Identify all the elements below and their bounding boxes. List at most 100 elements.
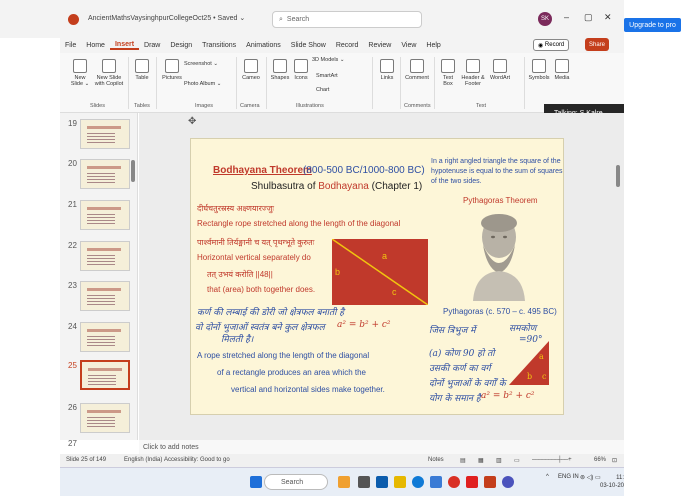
- comment-label: Comment: [405, 75, 429, 81]
- record-icon: ◉: [538, 42, 545, 49]
- chart-button[interactable]: Chart: [316, 87, 329, 93]
- youtube-icon[interactable]: [466, 476, 478, 488]
- language-tray[interactable]: ENG IN: [558, 474, 579, 481]
- reading-view-icon[interactable]: ▥: [496, 457, 502, 464]
- group-label-text: Text: [476, 103, 487, 109]
- group-label-camera: Camera: [240, 103, 260, 109]
- slide-thumbnail[interactable]: [80, 119, 130, 149]
- icons-button[interactable]: Icons: [292, 59, 310, 81]
- tab-slide-show[interactable]: Slide Show: [286, 42, 331, 49]
- file-explorer-icon[interactable]: [394, 476, 406, 488]
- photo-album-button[interactable]: Photo Album ⌄: [184, 81, 221, 87]
- thumbnail-scrollbar[interactable]: [131, 160, 135, 182]
- table-button[interactable]: Table: [132, 59, 152, 81]
- tab-animations[interactable]: Animations: [241, 42, 286, 49]
- group-label-slides: Slides: [90, 103, 105, 109]
- slide-thumbnail-selected[interactable]: [80, 360, 130, 390]
- cameo-icon: [244, 59, 258, 73]
- tab-review[interactable]: Review: [363, 42, 396, 49]
- widgets-icon[interactable]: [338, 476, 350, 488]
- powerpoint-taskbar-icon[interactable]: [484, 476, 496, 488]
- search-input[interactable]: ⌕ Search: [272, 11, 422, 28]
- wifi-volume-icon[interactable]: ⊚ ◁) ▭: [580, 474, 601, 481]
- avatar[interactable]: SK: [538, 12, 552, 26]
- slide-thumbnail[interactable]: [80, 403, 130, 433]
- language-indicator[interactable]: English (India): [124, 457, 162, 463]
- zoom-slider[interactable]: – ───────┼── +: [532, 457, 572, 463]
- group-label-images: Images: [195, 103, 214, 109]
- new-slide-copilot-button[interactable]: New Slide with Copilot: [94, 59, 124, 87]
- textbox-label: Text Box: [442, 75, 454, 87]
- slide-thumbnail[interactable]: [80, 241, 130, 271]
- tab-help[interactable]: Help: [421, 42, 445, 49]
- cameo-button[interactable]: Cameo: [240, 59, 262, 81]
- maximize-icon[interactable]: ▢: [584, 12, 593, 23]
- tab-view[interactable]: View: [396, 42, 421, 49]
- windows-start-icon[interactable]: [250, 476, 262, 488]
- speaker-icon: [555, 59, 569, 73]
- meet-icon[interactable]: [502, 476, 514, 488]
- pictures-button[interactable]: Pictures: [160, 59, 184, 81]
- media-button[interactable]: Media: [552, 59, 572, 81]
- edge-icon[interactable]: [412, 476, 424, 488]
- pictures-label: Pictures: [162, 75, 182, 81]
- tab-home[interactable]: Home: [81, 42, 110, 49]
- fit-slide-icon[interactable]: ⊡: [612, 457, 617, 464]
- tab-draw[interactable]: Draw: [139, 42, 165, 49]
- handwritten-right-5: उसकी कर्ण का वर्ग: [429, 364, 491, 374]
- thumb-number: 20: [68, 159, 77, 168]
- slide-thumbnail[interactable]: [80, 281, 130, 311]
- tab-record[interactable]: Record: [331, 42, 364, 49]
- header-footer-button[interactable]: Header & Footer: [460, 59, 486, 87]
- task-view-icon[interactable]: [358, 476, 370, 488]
- 3d-models-button[interactable]: 3D Models ⌄: [312, 57, 344, 63]
- document-title[interactable]: AncientMathsVaysinghpurCollegeOct25 • Sa…: [88, 14, 245, 22]
- upgrade-button[interactable]: Upgrade to pro: [624, 18, 681, 32]
- symbols-button[interactable]: Symbols: [528, 59, 550, 81]
- tab-file[interactable]: File: [60, 42, 81, 49]
- share-button[interactable]: Share: [585, 38, 610, 51]
- wordart-button[interactable]: WordArt: [488, 59, 512, 81]
- shapes-button[interactable]: Shapes: [270, 59, 290, 81]
- slide-thumbnail[interactable]: [80, 159, 130, 189]
- accessibility-status[interactable]: Accessibility: Good to go: [164, 457, 230, 463]
- chrome-icon[interactable]: [448, 476, 460, 488]
- slide-sorter-icon[interactable]: ▦: [478, 457, 484, 464]
- comment-button[interactable]: Comment: [404, 59, 430, 81]
- textbox-button[interactable]: Text Box: [438, 59, 458, 87]
- notes-pane[interactable]: Click to add notes: [139, 440, 624, 454]
- tray-chevron-icon[interactable]: ^: [546, 474, 549, 480]
- canvas-scrollbar[interactable]: [616, 165, 620, 187]
- tab-transitions[interactable]: Transitions: [197, 42, 241, 49]
- smartart-button[interactable]: SmartArt: [316, 73, 338, 79]
- slide-thumbnail[interactable]: [80, 200, 130, 230]
- slide[interactable]: Bodhayana Theorem (800-500 BC/1000-800 B…: [190, 138, 564, 415]
- screenshot-button[interactable]: Screenshot ⌄: [184, 61, 218, 67]
- record-button[interactable]: ◉ Record: [533, 39, 570, 51]
- links-label: Links: [380, 75, 394, 81]
- links-button[interactable]: Links: [378, 59, 396, 81]
- presenter-view-icon[interactable]: ▭: [514, 457, 520, 464]
- handwritten-right-2: समकोण: [509, 324, 537, 334]
- store-icon[interactable]: [430, 476, 442, 488]
- tab-design[interactable]: Design: [165, 42, 197, 49]
- slide-options-icon[interactable]: ✥: [188, 116, 202, 130]
- normal-view-icon[interactable]: ▤: [460, 457, 466, 464]
- ribbon: New Slide ⌄ New Slide with Copilot Slide…: [60, 53, 624, 113]
- slide-thumbnail[interactable]: [80, 322, 130, 352]
- close-icon[interactable]: ✕: [604, 12, 612, 23]
- taskbar-search[interactable]: Search: [264, 474, 328, 490]
- zoom-level[interactable]: 66%: [594, 457, 606, 463]
- minimize-icon[interactable]: –: [564, 12, 569, 22]
- notes-toggle[interactable]: Notes: [428, 457, 444, 463]
- link-icon: [380, 59, 394, 73]
- tab-insert[interactable]: Insert: [109, 41, 140, 50]
- teams-icon[interactable]: [376, 476, 388, 488]
- smartart-label: SmartArt: [316, 73, 338, 79]
- handwritten-right-7: योग के समान है: [429, 394, 481, 404]
- diagonal-svg: [331, 238, 429, 306]
- english-line-3: vertical and horizontal sides make toget…: [231, 385, 385, 394]
- tri-label-b: b: [335, 267, 341, 277]
- new-slide-button[interactable]: New Slide ⌄: [68, 59, 92, 87]
- slide-thumbnail-panel[interactable]: 19 20 21 22 23 24 25 26 27: [60, 113, 138, 448]
